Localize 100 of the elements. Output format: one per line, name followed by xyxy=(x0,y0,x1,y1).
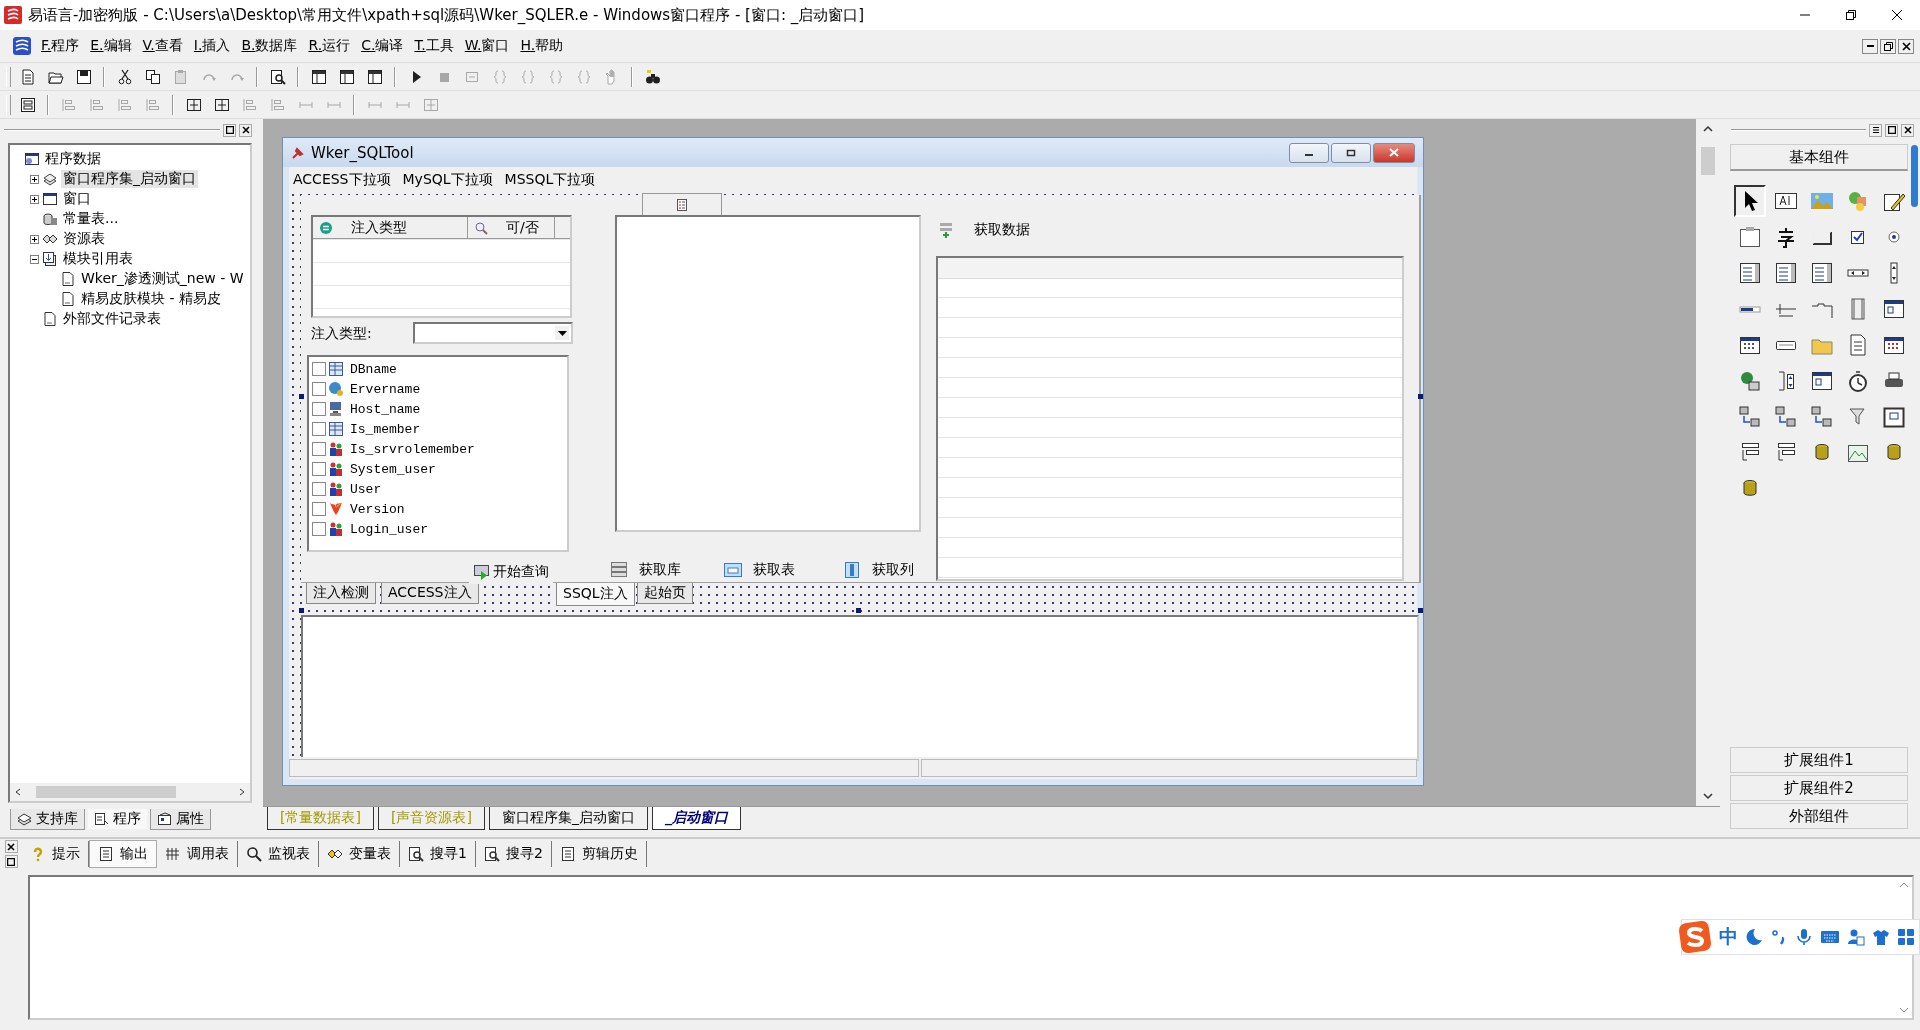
tab[interactable]: SSQL注入 xyxy=(556,583,635,606)
scroll-thumb[interactable] xyxy=(1701,147,1715,175)
resize-handle[interactable] xyxy=(299,608,304,613)
maximize-button[interactable] xyxy=(223,123,236,137)
panel-tab[interactable]: 监视表 xyxy=(238,841,319,867)
dropdown[interactable] xyxy=(413,322,573,344)
close-button[interactable] xyxy=(1898,38,1914,54)
menu-item[interactable]: W.窗口 xyxy=(459,37,516,55)
fetch-data-button[interactable]: 获取数据 xyxy=(938,217,1030,243)
input-mode-button[interactable]: 中 xyxy=(1719,924,1738,950)
maximize-button[interactable] xyxy=(1331,142,1371,163)
expand-icon[interactable] xyxy=(30,234,39,244)
menu-item[interactable]: C.编译 xyxy=(356,37,410,55)
expand-icon[interactable] xyxy=(30,174,39,184)
checkbox[interactable] xyxy=(312,482,326,496)
keyboard-icon[interactable] xyxy=(1820,928,1840,946)
scroll-thumb[interactable] xyxy=(36,786,176,798)
collapse-icon[interactable] xyxy=(30,254,39,264)
minimize-button[interactable] xyxy=(1862,38,1878,54)
menu-item[interactable]: T.工具 xyxy=(409,37,460,55)
tab[interactable]: 起始页 xyxy=(637,583,693,604)
tree-item[interactable]: 常量表... xyxy=(61,210,121,228)
checkbox[interactable] xyxy=(312,502,326,516)
panel-tab[interactable]: 调用表 xyxy=(157,841,238,867)
shirt-icon[interactable] xyxy=(1872,928,1890,946)
checklist-item[interactable]: Version xyxy=(350,501,405,517)
tree-item[interactable]: Wker_渗透测试_new - W xyxy=(79,270,246,288)
panel-tab[interactable]: 支持库 xyxy=(10,809,85,830)
checklist-item[interactable]: System_user xyxy=(350,461,436,477)
component-group-button[interactable]: 扩展组件1 xyxy=(1730,747,1908,773)
checkbox[interactable] xyxy=(312,362,326,376)
maximize-button[interactable] xyxy=(4,855,18,868)
checkbox[interactable] xyxy=(312,382,326,396)
menu-item[interactable]: E.编辑 xyxy=(85,37,138,55)
checkbox[interactable] xyxy=(312,522,326,536)
close-button[interactable] xyxy=(4,840,18,853)
fetch-button[interactable]: 获取库 xyxy=(607,559,683,581)
scroll-handle[interactable] xyxy=(1911,145,1918,207)
editor-tab[interactable]: _启动窗口 xyxy=(651,807,741,830)
resize-handle[interactable] xyxy=(856,608,861,613)
restore-button[interactable] xyxy=(1880,38,1896,54)
menu-button[interactable] xyxy=(1869,123,1882,137)
horizontal-scrollbar[interactable] xyxy=(10,783,250,801)
fetch-button[interactable]: 获取表 xyxy=(721,559,797,581)
checklist-item[interactable]: Is_srvrolemember xyxy=(350,441,475,457)
resize-handle[interactable] xyxy=(1418,608,1423,613)
tree-item[interactable]: 窗口 xyxy=(61,190,93,208)
checkbox[interactable] xyxy=(312,402,326,416)
menu-item[interactable]: I.插入 xyxy=(188,37,237,55)
checklist-item[interactable]: Login_user xyxy=(350,521,428,537)
menu-item[interactable]: ACCESS下拉项 xyxy=(293,171,391,189)
column-header[interactable]: 注入类型 xyxy=(313,217,468,238)
close-icon[interactable] xyxy=(1891,9,1903,21)
grid-menu-icon[interactable] xyxy=(1897,928,1915,946)
column-header[interactable]: 可/否 xyxy=(468,217,555,238)
panel-tab[interactable]: 程序 xyxy=(87,809,148,830)
input-method-logo-icon[interactable] xyxy=(1678,920,1712,954)
microphone-icon[interactable] xyxy=(1795,928,1813,946)
resize-handle[interactable] xyxy=(1418,394,1423,399)
tree-item[interactable]: 外部文件记录表 xyxy=(61,310,163,328)
tree-item[interactable]: 程序数据 xyxy=(43,150,103,168)
panel-tab[interactable]: 输出 xyxy=(89,840,157,868)
checklist-item[interactable]: DBname xyxy=(350,361,397,377)
pointer-icon[interactable] xyxy=(1734,185,1766,217)
close-button[interactable] xyxy=(239,123,252,137)
resize-handle[interactable] xyxy=(299,394,304,399)
checklist-item[interactable]: Host_name xyxy=(350,401,421,417)
panel-tab[interactable]: 剪辑历史 xyxy=(551,841,647,867)
menu-item[interactable]: B.数据库 xyxy=(236,37,304,55)
tree-item[interactable]: 窗口程序集_启动窗口 xyxy=(61,170,198,188)
restore-icon[interactable] xyxy=(1845,9,1857,21)
checklist-item[interactable]: Ervername xyxy=(350,381,421,397)
panel-tab[interactable]: 搜寻1 xyxy=(400,841,476,867)
user-icon[interactable] xyxy=(1847,928,1865,946)
menu-item[interactable]: H.帮助 xyxy=(515,37,570,55)
menu-item[interactable]: MSSQL下拉项 xyxy=(504,171,596,189)
component-group-button[interactable]: 外部组件 xyxy=(1730,803,1908,829)
moon-icon[interactable] xyxy=(1745,928,1763,946)
tree-item[interactable]: 模块引用表 xyxy=(61,250,135,268)
fetch-button[interactable]: 获取列 xyxy=(840,559,916,581)
checklist-item[interactable]: User xyxy=(350,481,382,497)
tree-item[interactable]: 资源表 xyxy=(61,230,107,248)
tree-item[interactable]: 精易皮肤模块 - 精易皮 xyxy=(79,290,223,308)
component-group-button[interactable]: 扩展组件2 xyxy=(1730,775,1908,801)
checklist-item[interactable]: Is_member xyxy=(350,421,421,437)
menu-item[interactable]: R.运行 xyxy=(303,37,357,55)
component-group-button[interactable]: 基本组件 xyxy=(1730,144,1908,171)
tab[interactable]: ACCESS注入 xyxy=(381,583,479,604)
menu-item[interactable]: F.程序 xyxy=(36,37,86,55)
maximize-button[interactable] xyxy=(1885,123,1898,137)
checkbox[interactable] xyxy=(312,442,326,456)
checkbox[interactable] xyxy=(312,462,326,476)
tab[interactable] xyxy=(642,193,722,216)
close-button[interactable] xyxy=(1901,123,1914,137)
menu-item[interactable]: V.查看 xyxy=(137,37,189,55)
tab[interactable]: 注入检测 xyxy=(306,583,376,604)
checkbox[interactable] xyxy=(312,422,326,436)
panel-tab[interactable]: 搜寻2 xyxy=(475,841,552,867)
editor-tab[interactable]: 窗口程序集_启动窗口 xyxy=(488,807,648,830)
panel-tab[interactable]: 变量表 xyxy=(319,841,400,867)
